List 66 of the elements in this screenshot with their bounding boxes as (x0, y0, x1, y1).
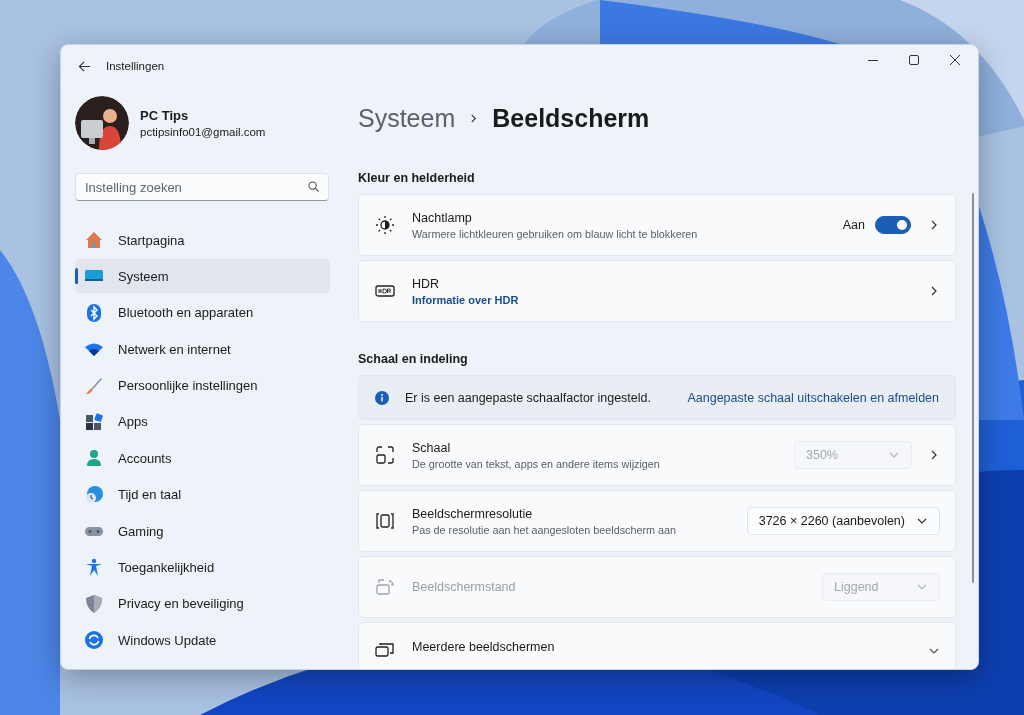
chevron-down-icon (917, 516, 927, 526)
sidebar-item[interactable]: Bluetooth en apparaten (75, 295, 330, 330)
rotate-screen-icon (375, 577, 395, 597)
search-icon (308, 181, 319, 192)
setting-title: HDR (412, 276, 441, 291)
sidebar-item[interactable]: Persoonlijke instellingen (75, 368, 330, 403)
avatar[interactable] (75, 96, 129, 150)
sidebar-item[interactable]: Systeem (75, 259, 330, 294)
chevron-down-icon (889, 450, 899, 460)
chevron-down-icon (929, 646, 939, 656)
search-field[interactable]: Instelling zoeken (75, 173, 329, 201)
setting-card[interactable]: Nachtlamp Warmere lichtkleuren gebruiken om blauw licht te blokkeren Aan (358, 194, 956, 256)
sun-icon (375, 215, 395, 235)
minimize-icon[interactable] (868, 59, 878, 61)
resolution-icon (375, 511, 395, 531)
monitors-icon (375, 640, 395, 660)
info-message: Er is een aangepaste schaalfactor ingesteld. (405, 390, 652, 405)
setting-title: Beeldschermresolutie (412, 506, 534, 521)
window-title: Instellingen (106, 60, 165, 72)
setting-title: Meerdere beeldschermen (412, 640, 556, 654)
sidebar-item[interactable]: Netwerk en internet (75, 332, 330, 367)
sidebar-item[interactable]: Windows Update (75, 623, 330, 658)
update-icon (84, 630, 104, 651)
setting-description: Pas de resolutie aan het aangesloten beeldscherm aan (412, 523, 678, 536)
section-heading: Schaal en indeling (358, 352, 469, 366)
brush-icon (84, 375, 104, 396)
chevron-down-icon (917, 582, 927, 592)
setting-title: Schaal (412, 440, 452, 455)
toggle-switch[interactable] (875, 216, 911, 234)
chevron-right-icon (469, 113, 479, 123)
setting-description: Warmere lichtkleuren gebruiken om blauw licht te blokkeren (412, 227, 699, 240)
toggle-state-label: Aan (842, 218, 865, 232)
bluetooth-icon (84, 302, 104, 323)
sidebar-item[interactable]: Accounts (75, 441, 330, 476)
chevron-right-icon[interactable] (929, 286, 939, 296)
setting-card[interactable]: Beeldschermresolutie Pas de resolutie aan het aangesloten beeldscherm aan 3726 × 2260 (aanbevolen) (358, 490, 956, 552)
account-email: pctipsinfo01@gmail.com (140, 126, 266, 138)
scale-icon (375, 445, 395, 465)
house-icon (84, 230, 104, 250)
setting-card[interactable]: HDR Informatie over HDR (358, 260, 956, 322)
section-heading: Kleur en helderheid (358, 171, 476, 185)
close-icon[interactable] (950, 55, 960, 65)
sidebar-item[interactable]: Startpagina (75, 223, 330, 257)
setting-description: De grootte van tekst, apps en andere items wijzigen (412, 457, 661, 470)
page-title: Beeldscherm (492, 103, 650, 133)
breadcrumb-link[interactable]: Systeem (358, 103, 456, 133)
sidebar-item[interactable]: Toegankelijkheid (75, 550, 330, 585)
disable-scaling-link[interactable]: Aangepaste schaal uitschakelen en afmelden (687, 390, 939, 405)
chevron-right-icon[interactable] (929, 220, 939, 230)
globe-clock-icon (84, 484, 104, 505)
maximize-icon[interactable] (909, 55, 919, 65)
apps-icon (84, 411, 104, 432)
person-icon (84, 448, 104, 469)
sidebar-item[interactable]: Privacy en beveiliging (75, 586, 330, 621)
setting-title: Beeldschermstand (412, 580, 517, 594)
shield-icon (84, 593, 104, 614)
info-link[interactable]: Informatie over HDR (412, 293, 921, 306)
sidebar-item[interactable]: Tijd en taal (75, 477, 330, 512)
account-name: PC Tips (140, 108, 190, 123)
sidebar-item[interactable]: Gaming (75, 514, 330, 549)
info-icon (375, 390, 389, 405)
setting-title: Nachtlamp (412, 210, 473, 225)
scrollbar[interactable] (972, 193, 974, 583)
dropdown[interactable]: 3726 × 2260 (aanbevolen) (746, 507, 940, 535)
setting-card[interactable]: Meerdere beeldschermen (358, 622, 956, 669)
sidebar-item[interactable]: Apps (75, 404, 330, 439)
